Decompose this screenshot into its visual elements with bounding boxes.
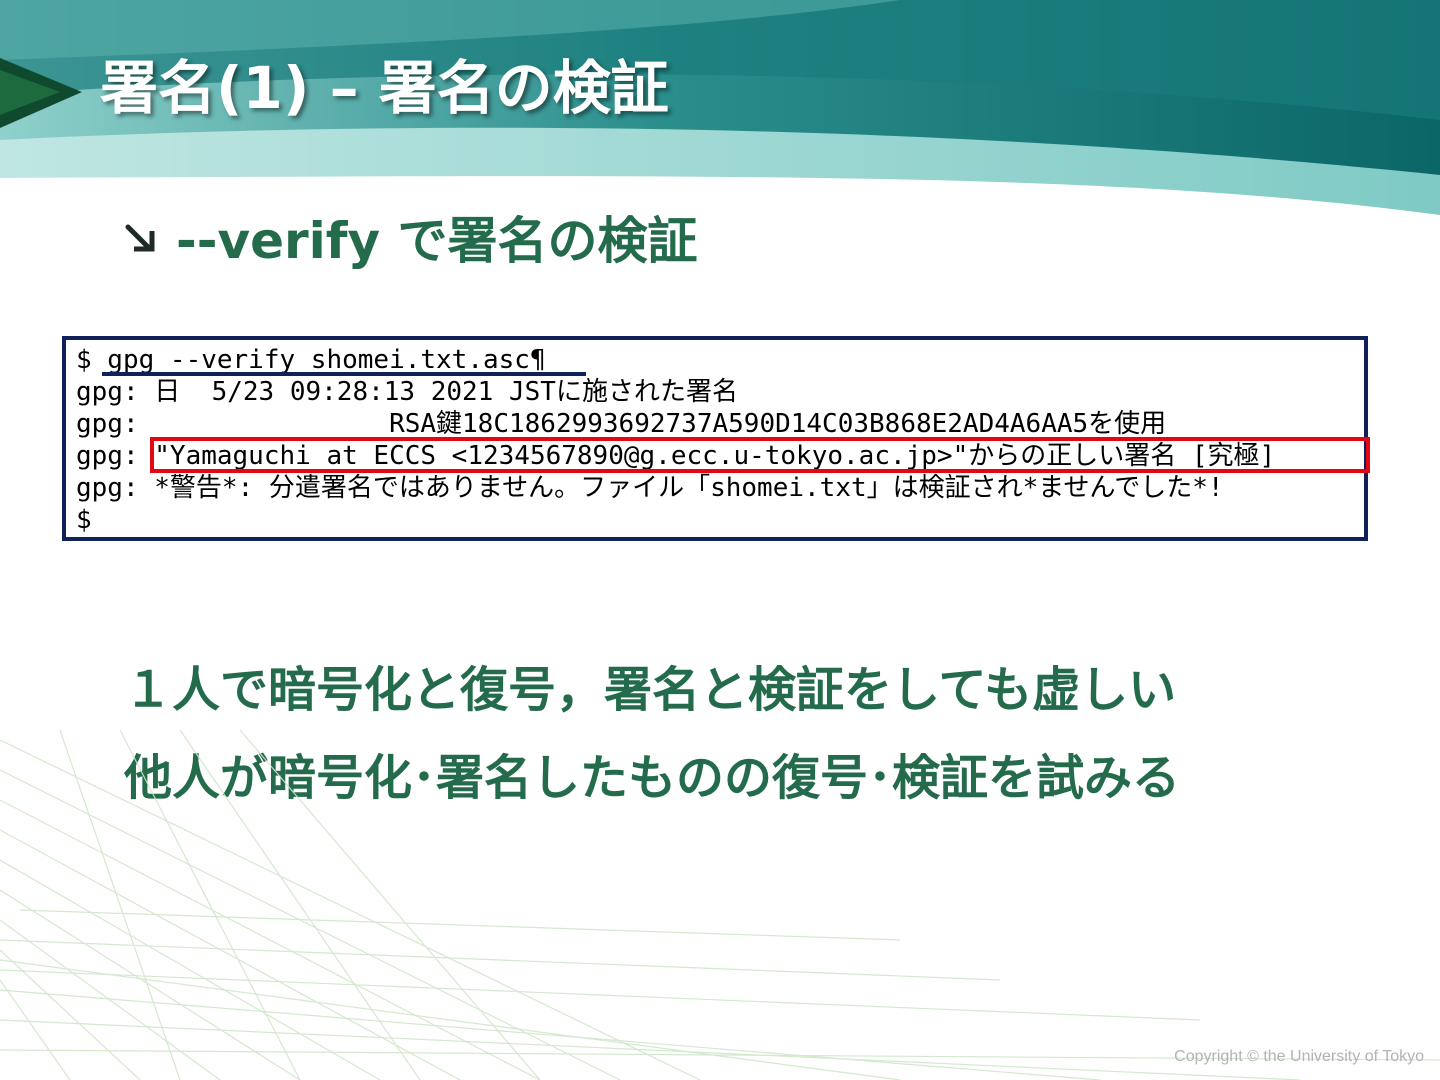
bullet-item: --verify で署名の検証 — [122, 206, 698, 270]
copyright-footer: Copyright © the University of Tokyo — [1174, 1048, 1424, 1065]
terminal-line-key: gpg: RSA鍵18C1862993692737A590D14C03B868E… — [76, 409, 1167, 439]
terminal-line-warning: gpg: *警告*: 分遣署名ではありません。ファイル「shomei.txt」は… — [76, 473, 1224, 503]
signature-highlight-box — [150, 437, 1370, 473]
arrow-down-right-icon — [125, 224, 155, 252]
command-underline — [102, 372, 586, 376]
terminal-line-prompt: $ — [76, 505, 92, 535]
decorative-lines — [0, 730, 1440, 1080]
bullet-text: --verify で署名の検証 — [176, 212, 698, 270]
terminal-line-date: gpg: 日 5/23 09:28:13 2021 JSTに施された署名 — [76, 377, 738, 407]
note-line-1: １人で暗号化と復号，署名と検証をしても虚しい — [124, 662, 1177, 718]
slide-title: 署名(1) – 署名の検証 — [100, 54, 669, 122]
